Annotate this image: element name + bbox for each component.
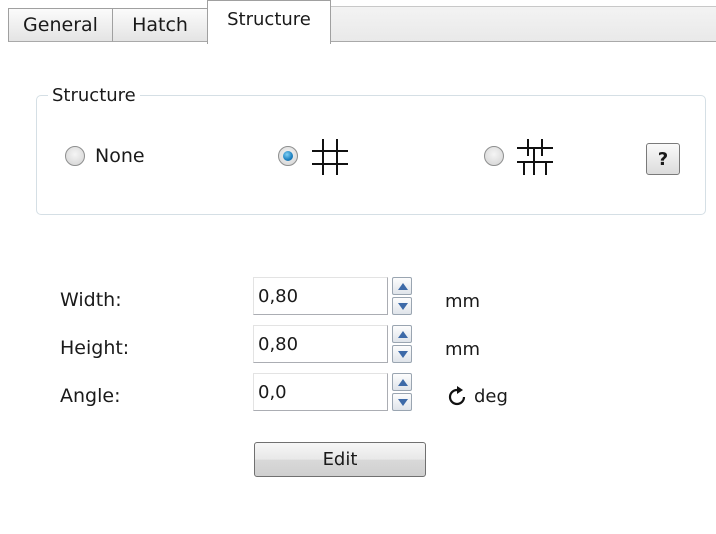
tab-hatch-label: Hatch xyxy=(132,13,188,36)
arrow-up-icon xyxy=(398,283,408,290)
tab-general-label: General xyxy=(23,13,98,36)
height-unit: mm xyxy=(445,339,481,360)
angle-unit: deg xyxy=(474,386,508,407)
radio-structure-none[interactable] xyxy=(65,146,85,166)
arrow-up-icon xyxy=(398,379,408,386)
width-spinner xyxy=(392,277,412,315)
radio-structure-grid-offset[interactable] xyxy=(484,146,504,166)
angle-spin-down-button[interactable] xyxy=(392,393,412,411)
width-input[interactable] xyxy=(253,277,388,315)
tab-strip: General Hatch Structure xyxy=(0,0,716,44)
edit-button[interactable]: Edit xyxy=(254,442,426,477)
arrow-down-icon xyxy=(398,399,408,406)
tab-general[interactable]: General xyxy=(8,8,113,42)
angle-input[interactable] xyxy=(253,373,388,411)
width-unit: mm xyxy=(445,291,481,312)
radio-structure-none-label: None xyxy=(95,145,145,167)
tab-structure-label: Structure xyxy=(227,8,311,30)
width-label: Width: xyxy=(60,289,122,311)
height-spin-down-button[interactable] xyxy=(392,345,412,363)
grid-offset-pattern-icon xyxy=(517,139,553,175)
grid-pattern-icon xyxy=(312,139,348,175)
rotate-clockwise-icon xyxy=(448,386,466,406)
tab-strip-background xyxy=(330,6,716,42)
width-spin-up-button[interactable] xyxy=(392,277,412,295)
structure-group-legend: Structure xyxy=(48,86,140,106)
height-spinner xyxy=(392,325,412,363)
height-input[interactable] xyxy=(253,325,388,363)
width-spin-down-button[interactable] xyxy=(392,297,412,315)
height-spin-up-button[interactable] xyxy=(392,325,412,343)
angle-spinner xyxy=(392,373,412,411)
arrow-down-icon xyxy=(398,303,408,310)
help-button[interactable]: ? xyxy=(646,143,680,175)
angle-label: Angle: xyxy=(60,385,121,407)
help-button-label: ? xyxy=(657,148,669,170)
arrow-up-icon xyxy=(398,331,408,338)
arrow-down-icon xyxy=(398,351,408,358)
tab-hatch[interactable]: Hatch xyxy=(112,8,208,42)
radio-structure-grid[interactable] xyxy=(278,146,298,166)
height-label: Height: xyxy=(60,337,130,359)
tab-structure[interactable]: Structure xyxy=(207,0,331,44)
angle-spin-up-button[interactable] xyxy=(392,373,412,391)
